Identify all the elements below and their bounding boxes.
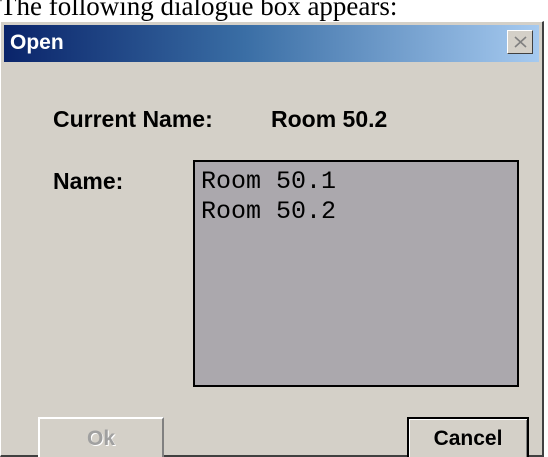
page: The following dialogue box appears: Open…: [0, 0, 548, 457]
close-button[interactable]: [507, 30, 533, 54]
title-bar[interactable]: Open: [4, 25, 539, 62]
caption-text: The following dialogue box appears:: [0, 0, 398, 21]
cancel-button[interactable]: Cancel: [407, 417, 529, 457]
close-icon: [514, 36, 527, 48]
name-listbox[interactable]: Room 50.1 Room 50.2: [193, 160, 519, 387]
ok-button[interactable]: Ok: [38, 417, 164, 457]
open-dialog: Open Current Name: Room 50.2 Name: Room …: [0, 21, 544, 457]
name-label: Name:: [53, 168, 124, 194]
list-item-room-50-2[interactable]: Room 50.2: [201, 197, 517, 227]
current-name-label: Current Name:: [53, 106, 213, 132]
current-name-value: Room 50.2: [271, 106, 388, 132]
dialog-title: Open: [10, 31, 64, 54]
list-item-room-50-1[interactable]: Room 50.1: [201, 167, 517, 197]
